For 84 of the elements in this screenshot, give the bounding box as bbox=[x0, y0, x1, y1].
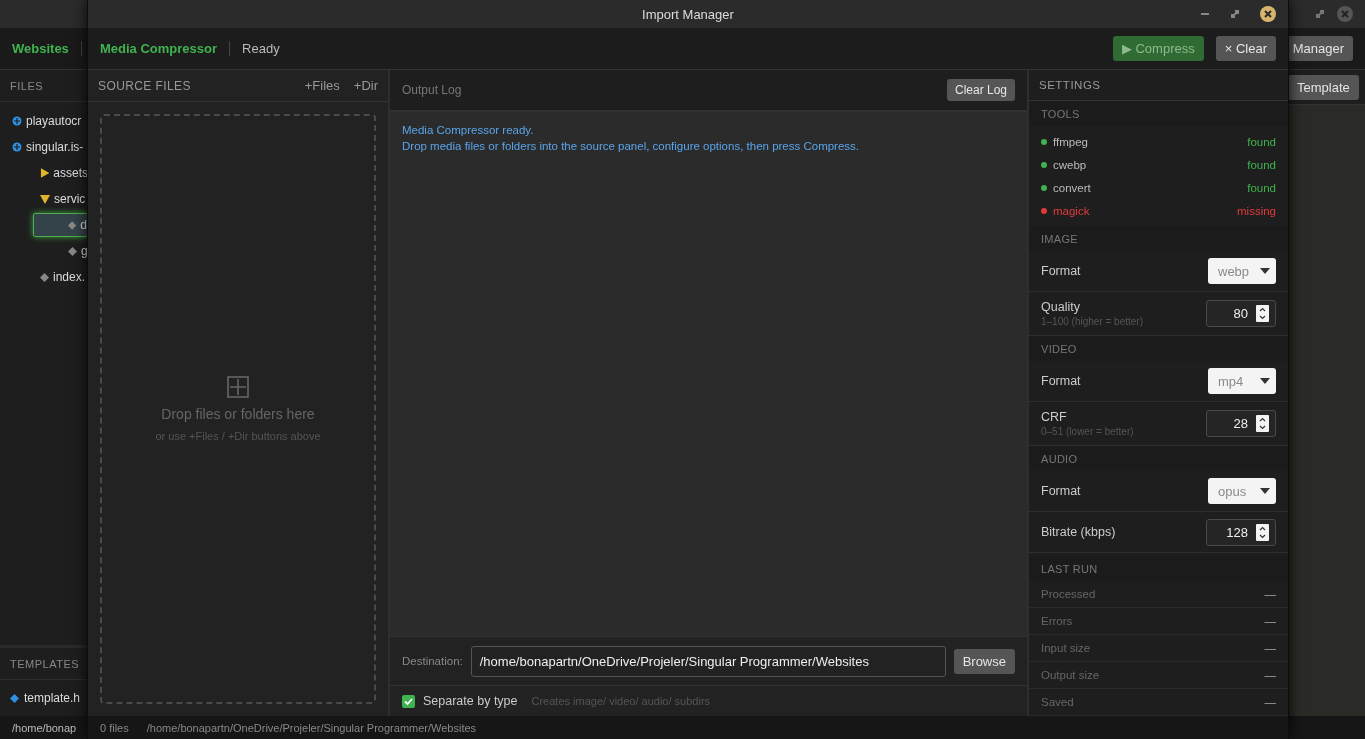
stat-label: Output size bbox=[1041, 669, 1100, 681]
number-field[interactable]: 128 bbox=[1206, 518, 1276, 546]
section-header: TOOLS bbox=[1041, 107, 1080, 120]
tree-item[interactable]: singular.is- bbox=[0, 134, 88, 160]
globe-plus-icon bbox=[12, 142, 22, 152]
template-item[interactable]: template.h bbox=[0, 680, 88, 716]
stat-label: Processed bbox=[1041, 588, 1096, 600]
tree-item[interactable]: servic bbox=[0, 186, 88, 212]
diamond-icon bbox=[40, 272, 49, 282]
log-line: Media Compressor ready. bbox=[402, 124, 535, 136]
status-path: /home/bonapartn/OneDrive/Projeler/Singular Programmer/Websites bbox=[146, 721, 477, 734]
tool-name: convert bbox=[1053, 181, 1092, 194]
clear-button[interactable]: × Clear bbox=[1215, 36, 1276, 61]
status-path: /home/bonap bbox=[12, 721, 77, 734]
section-header: IMAGE bbox=[1041, 232, 1078, 245]
tree-item[interactable]: g bbox=[0, 238, 88, 264]
panel-header: SETTINGS bbox=[1039, 79, 1101, 91]
destination-field[interactable]: /home/bonapartn/OneDrive/Projeler/Singular Programmer/Websites bbox=[470, 645, 946, 677]
tool-status: found bbox=[1247, 181, 1276, 194]
spinner-icon[interactable] bbox=[1256, 305, 1269, 322]
clear-log-button[interactable]: Clear Log bbox=[946, 79, 1015, 101]
tree-item[interactable]: index. bbox=[0, 264, 88, 290]
section-header: VIDEO bbox=[1041, 342, 1077, 355]
section-header: TEMPLATES bbox=[10, 657, 80, 670]
tool-status: found bbox=[1247, 158, 1276, 171]
diamond-icon bbox=[10, 693, 19, 703]
caret-down-icon bbox=[1260, 488, 1270, 494]
option-label: Quality bbox=[1041, 300, 1081, 314]
format-dropdown[interactable]: mp4 bbox=[1208, 368, 1276, 394]
tree-item[interactable]: d bbox=[33, 213, 88, 237]
tool-status: found bbox=[1247, 135, 1276, 148]
stat-label: Errors bbox=[1041, 615, 1073, 627]
option-label: Bitrate (kbps) bbox=[1041, 525, 1116, 539]
tool-name: ffmpeg bbox=[1053, 135, 1089, 148]
tool-status: missing bbox=[1237, 204, 1276, 217]
panel-header: Output Log bbox=[402, 83, 462, 97]
plus-square-icon bbox=[227, 376, 249, 398]
format-dropdown[interactable]: opus bbox=[1208, 478, 1276, 504]
number-field[interactable]: 80 bbox=[1206, 300, 1276, 327]
spinner-icon[interactable] bbox=[1256, 523, 1269, 541]
option-label: Format bbox=[1041, 484, 1081, 498]
globe-plus-icon bbox=[12, 116, 22, 126]
tree-item[interactable]: playautocr bbox=[0, 108, 88, 134]
stat-label: Saved bbox=[1041, 696, 1074, 708]
spinner-icon[interactable] bbox=[1256, 415, 1269, 432]
stat-label: Input size bbox=[1041, 642, 1091, 654]
drop-title: Drop files or folders here bbox=[161, 406, 315, 422]
log-line: Drop media files or folders into the source panel, configure options, then press Compress. bbox=[402, 140, 861, 152]
option-label: Format bbox=[1041, 264, 1081, 278]
caret-down-icon bbox=[1260, 378, 1270, 384]
add-folder-button[interactable]: +Dir bbox=[353, 78, 378, 93]
checkbox-label: Separate by type bbox=[423, 694, 518, 708]
stat-value: — bbox=[1264, 588, 1276, 600]
option-label: CRF bbox=[1041, 410, 1068, 424]
stat-value: — bbox=[1264, 696, 1276, 708]
window-title: Import Manager bbox=[642, 6, 734, 22]
panel-header: SOURCE FILES bbox=[98, 78, 192, 93]
field-label: Destination: bbox=[402, 655, 463, 667]
tool-name: cwebp bbox=[1053, 158, 1088, 171]
section-header: FILES bbox=[10, 79, 44, 92]
app-title: Websites bbox=[12, 41, 82, 56]
template-button[interactable]: Template bbox=[1288, 74, 1359, 100]
stat-value: — bbox=[1264, 642, 1276, 654]
stat-value: — bbox=[1264, 615, 1276, 627]
tree-item[interactable]: assets bbox=[0, 160, 88, 186]
diamond-icon bbox=[68, 220, 77, 230]
restore-icon[interactable] bbox=[1315, 9, 1325, 19]
diamond-icon bbox=[68, 246, 77, 256]
checkbox[interactable] bbox=[402, 694, 415, 708]
restore-icon[interactable] bbox=[1230, 9, 1240, 19]
option-label: Format bbox=[1041, 374, 1081, 388]
file-count: 0 files bbox=[100, 721, 129, 734]
number-field[interactable]: 28 bbox=[1206, 410, 1276, 437]
browse-button[interactable]: Browse bbox=[953, 648, 1015, 674]
section-header: AUDIO bbox=[1041, 452, 1078, 465]
status-text: Ready bbox=[242, 41, 280, 56]
add-files-button[interactable]: +Files bbox=[304, 78, 340, 93]
stat-value: — bbox=[1264, 669, 1276, 681]
format-dropdown[interactable]: webp bbox=[1208, 258, 1276, 284]
section-header: LAST RUN bbox=[1041, 562, 1098, 575]
app-name: Media Compressor bbox=[100, 41, 231, 56]
caret-down-icon bbox=[1260, 268, 1270, 274]
close-icon[interactable] bbox=[1260, 6, 1276, 22]
tool-name: magick bbox=[1053, 204, 1091, 217]
